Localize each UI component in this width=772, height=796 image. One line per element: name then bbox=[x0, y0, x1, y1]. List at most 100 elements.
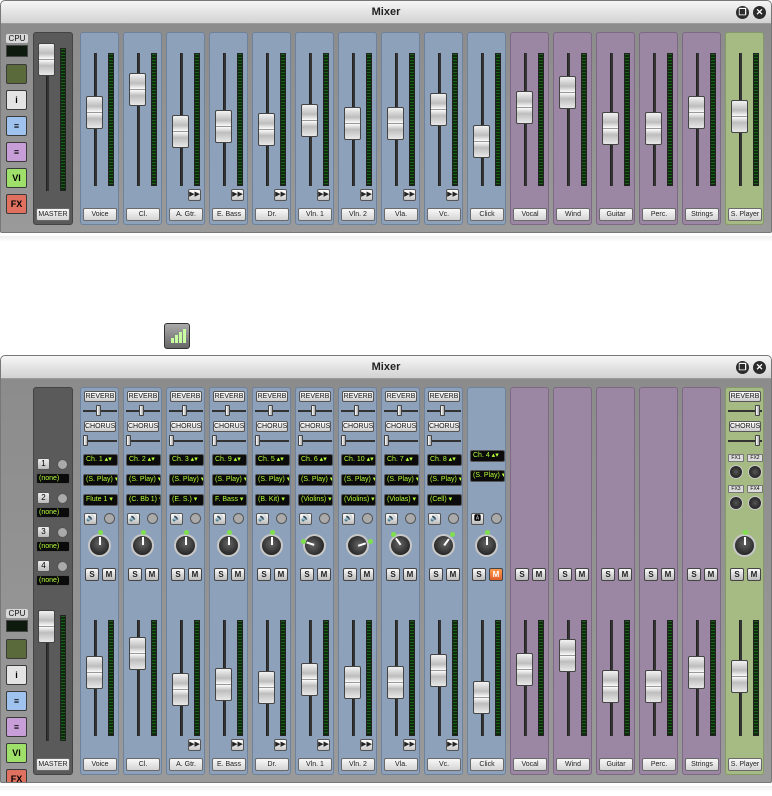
insert-slot-value[interactable]: (none) bbox=[36, 541, 70, 552]
play-through-icon[interactable]: ▶▶ bbox=[231, 739, 244, 751]
channel-name[interactable]: Vla. bbox=[384, 758, 418, 771]
pan-knob[interactable] bbox=[343, 531, 372, 560]
volume-fader[interactable] bbox=[559, 75, 576, 109]
sound-select[interactable]: F. Bass ▾ bbox=[212, 494, 247, 506]
sound-select[interactable]: (C. Bb 1) ▾ bbox=[126, 494, 161, 506]
channel-name[interactable]: Vocal bbox=[513, 208, 547, 221]
settings-icon[interactable] bbox=[190, 513, 201, 524]
solo-button[interactable]: S bbox=[730, 568, 744, 581]
sound-select[interactable]: (Violins) ▾ bbox=[341, 494, 376, 506]
solo-button[interactable]: S bbox=[687, 568, 701, 581]
mute-button[interactable]: M bbox=[618, 568, 632, 581]
pan-knob[interactable] bbox=[260, 534, 283, 557]
volume-fader[interactable] bbox=[258, 112, 275, 146]
insert-remove-icon[interactable] bbox=[57, 493, 68, 504]
playback-device-select[interactable]: (S. Play) ▾ bbox=[298, 474, 333, 486]
sound-select[interactable]: (Cell) ▾ bbox=[427, 494, 462, 506]
channel-name[interactable]: Guitar bbox=[599, 758, 633, 771]
speaker-icon[interactable]: 🔊 bbox=[385, 513, 398, 525]
volume-fader[interactable] bbox=[430, 92, 447, 126]
solo-button[interactable]: S bbox=[343, 568, 357, 581]
insert-slot-number[interactable]: 4 bbox=[37, 560, 50, 572]
channel-name[interactable]: Voice bbox=[83, 208, 117, 221]
settings-icon[interactable] bbox=[405, 513, 416, 524]
solo-button[interactable]: S bbox=[429, 568, 443, 581]
channel-name[interactable]: Vln. 1 bbox=[298, 758, 332, 771]
mute-button[interactable]: M bbox=[446, 568, 460, 581]
play-through-icon[interactable]: ▶▶ bbox=[317, 739, 330, 751]
volume-fader[interactable] bbox=[129, 73, 146, 107]
insert-remove-icon[interactable] bbox=[57, 459, 68, 470]
chorus-send-slider[interactable] bbox=[255, 435, 260, 446]
title-bar[interactable]: Mixer ❐ ✕ bbox=[1, 356, 771, 379]
insert-slot-number[interactable]: 2 bbox=[37, 492, 50, 504]
meter-toolbar-icon[interactable] bbox=[164, 323, 190, 349]
pan-knob[interactable] bbox=[300, 531, 329, 560]
channel-name[interactable]: Click bbox=[470, 758, 504, 771]
insert-slot-number[interactable]: 1 bbox=[37, 458, 50, 470]
mute-button[interactable]: M bbox=[145, 568, 159, 581]
volume-fader[interactable] bbox=[387, 107, 404, 141]
volume-fader[interactable] bbox=[258, 670, 275, 704]
play-through-icon[interactable]: ▶▶ bbox=[446, 739, 459, 751]
play-through-icon[interactable]: ▶▶ bbox=[360, 189, 373, 201]
reverb-send-slider[interactable] bbox=[268, 405, 273, 416]
play-through-icon[interactable]: ▶▶ bbox=[188, 739, 201, 751]
list-icon[interactable]: ≡ bbox=[6, 691, 27, 711]
volume-fader[interactable] bbox=[473, 125, 490, 159]
speaker-icon[interactable]: 🔊 bbox=[213, 513, 226, 525]
volume-fader[interactable] bbox=[301, 103, 318, 137]
channel-name[interactable]: Vln. 2 bbox=[341, 208, 375, 221]
settings-icon[interactable] bbox=[104, 513, 115, 524]
channel-name[interactable]: Cl. bbox=[126, 208, 160, 221]
channel-name[interactable]: Vc. bbox=[427, 208, 461, 221]
channel-name[interactable]: Vla. bbox=[384, 208, 418, 221]
play-through-icon[interactable]: ▶▶ bbox=[403, 189, 416, 201]
channel-select[interactable]: Ch. 7 ▴▾ bbox=[384, 454, 419, 466]
volume-fader[interactable] bbox=[688, 656, 705, 690]
solo-button[interactable]: S bbox=[601, 568, 615, 581]
channel-name[interactable]: Strings bbox=[685, 208, 719, 221]
mute-button[interactable]: M bbox=[575, 568, 589, 581]
restore-icon[interactable]: ❐ bbox=[736, 6, 749, 19]
volume-fader[interactable] bbox=[473, 681, 490, 715]
mute-button[interactable]: M bbox=[102, 568, 116, 581]
volume-fader[interactable] bbox=[172, 672, 189, 706]
pan-knob[interactable] bbox=[384, 529, 417, 562]
channel-name[interactable]: Vln. 2 bbox=[341, 758, 375, 771]
channel-name[interactable]: Guitar bbox=[599, 208, 633, 221]
play-through-icon[interactable]: ▶▶ bbox=[231, 189, 244, 201]
speaker-icon[interactable]: 🔊 bbox=[170, 513, 183, 525]
solo-button[interactable]: S bbox=[214, 568, 228, 581]
fx-icon[interactable]: FX bbox=[6, 194, 27, 214]
fx-send-knob[interactable] bbox=[729, 465, 743, 479]
sound-select[interactable]: (Violins) ▾ bbox=[298, 494, 333, 506]
channel-select[interactable]: Ch. 3 ▴▾ bbox=[169, 454, 204, 466]
restore-icon[interactable]: ❐ bbox=[736, 361, 749, 374]
mute-button[interactable]: M bbox=[231, 568, 245, 581]
solo-button[interactable]: S bbox=[472, 568, 486, 581]
insert-remove-icon[interactable] bbox=[57, 527, 68, 538]
volume-fader[interactable] bbox=[731, 660, 748, 694]
channel-name[interactable]: E. Bass bbox=[212, 758, 246, 771]
speaker-icon[interactable]: 🅰 bbox=[471, 513, 484, 525]
volume-fader[interactable] bbox=[688, 95, 705, 129]
channel-name[interactable]: Vln. 1 bbox=[298, 208, 332, 221]
play-through-icon[interactable]: ▶▶ bbox=[188, 189, 201, 201]
settings-icon[interactable] bbox=[319, 513, 330, 524]
mute-button[interactable]: M bbox=[747, 568, 761, 581]
channel-name[interactable]: Vc. bbox=[427, 758, 461, 771]
solo-button[interactable]: S bbox=[386, 568, 400, 581]
info-icon[interactable]: i bbox=[6, 665, 27, 685]
volume-fader[interactable] bbox=[645, 111, 662, 145]
insert-slot-value[interactable]: (none) bbox=[36, 575, 70, 586]
reverb-send-slider[interactable] bbox=[96, 405, 101, 416]
playback-device-select[interactable]: (S. Play) ▾ bbox=[169, 474, 204, 486]
sound-select[interactable]: Flute 1 ▾ bbox=[83, 494, 118, 506]
play-through-icon[interactable]: ▶▶ bbox=[274, 189, 287, 201]
playback-device-select[interactable]: (S. Play) ▾ bbox=[83, 474, 118, 486]
volume-fader[interactable] bbox=[301, 663, 318, 697]
insert-remove-icon[interactable] bbox=[57, 561, 68, 572]
vi-icon[interactable]: VI bbox=[6, 168, 27, 188]
mute-button[interactable]: M bbox=[317, 568, 331, 581]
